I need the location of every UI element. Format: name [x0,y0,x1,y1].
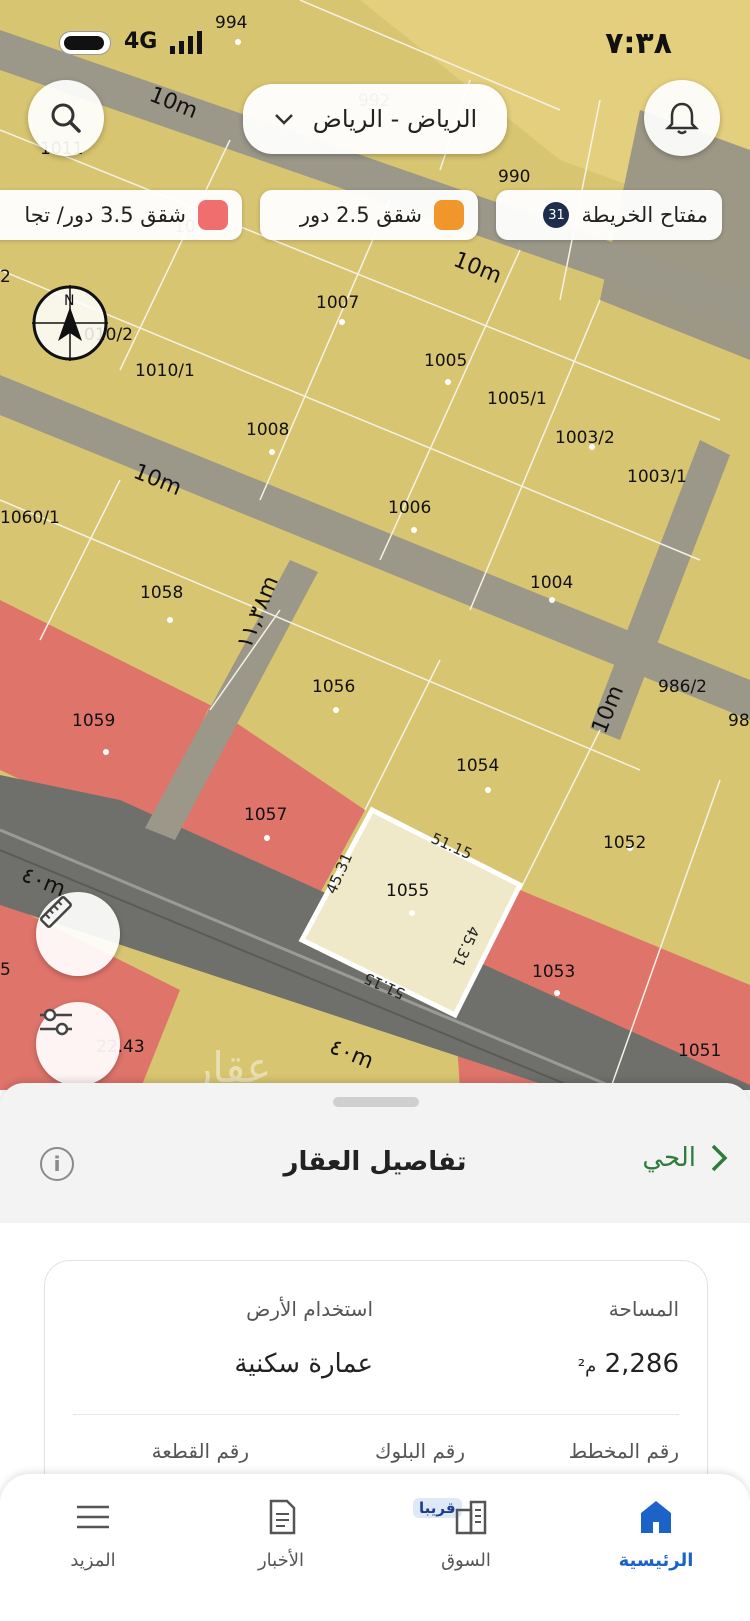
legend-label: شقق 3.5 دور/ تجا [24,203,186,227]
nav-market-label: السوق [441,1550,491,1571]
network-type: 4G [124,29,158,54]
parcel-label: 1058 [140,583,183,603]
block-number-label: رقم البلوك [374,1439,465,1463]
legend-item-red[interactable]: شقق 3.5 دور/ تجا [0,190,242,240]
neighborhood-label: الحي [642,1143,696,1173]
city-label: الرياض - الرياض [312,105,478,133]
legend-item-orange[interactable]: شقق 2.5 دور [260,190,478,240]
parcel-label: 1059 [72,711,115,731]
map-key-button[interactable]: مفتاح الخريطة 31 [496,190,722,240]
parcel-label: 1054 [456,756,499,776]
parcel-label: 5 [0,960,11,980]
ruler-icon [40,896,72,928]
parcel-label: 1052 [603,833,646,853]
parcel-label: 1010/1 [135,361,195,381]
plot-number-label: رقم القطعة [151,1439,249,1463]
menu-icon [77,1505,109,1529]
chevron-right-icon [711,1144,728,1172]
home-icon [641,1501,671,1533]
nav-more-label: المزيد [70,1550,116,1571]
neighborhood-link[interactable]: الحي [642,1143,728,1173]
parcel-label: 98 [728,711,750,731]
land-use-label: استخدام الأرض [246,1297,373,1321]
nav-news[interactable]: الأخبار [206,1484,356,1594]
parcel-label: 1005 [424,351,467,371]
status-time: ٧:٣٨ [605,26,672,61]
bottom-nav: الرئيسية قريبا السوق الأخبار المزيد [0,1474,750,1621]
parcel-label: 2 [0,267,11,287]
sheet-header: i تفاصيل العقار الحي [0,1113,750,1223]
search-button[interactable] [28,80,104,156]
parcel-label: 1003/2 [555,428,615,448]
area-label: المساحة [608,1297,679,1321]
search-icon [51,103,81,133]
bell-icon [665,102,699,135]
ruler-button[interactable] [36,892,120,976]
parcel-label: 1060/1 [0,508,60,528]
map-key-badge: 31 [543,202,570,228]
nav-more[interactable]: المزيد [18,1484,168,1594]
sheet-title: تفاصيل العقار [283,1147,467,1177]
sheet-handle[interactable] [333,1097,419,1107]
notifications-button[interactable] [644,80,720,156]
nav-market[interactable]: قريبا السوق [391,1484,541,1594]
status-bar: 4G ٧:٣٨ [0,22,750,62]
news-icon [269,1499,296,1535]
parcel-label: 1005/1 [487,389,547,409]
area-value: 2,286 م² [578,1349,679,1379]
nav-home-label: الرئيسية [618,1550,694,1571]
area-number: 2,286 [604,1349,679,1379]
parcel-label: 1008 [246,420,289,440]
land-use-value: عمارة سكنية [234,1349,373,1379]
city-selector[interactable]: الرياض - الرياض [243,84,507,154]
chevron-down-icon [274,114,293,125]
sliders-icon [40,1008,72,1036]
battery-icon [60,32,110,54]
parcel-label: 1006 [388,498,431,518]
nav-home[interactable]: الرئيسية [581,1484,731,1594]
parcel-label: 1004 [530,573,573,593]
filter-button[interactable] [36,1002,120,1086]
map-key-label: مفتاح الخريطة [581,203,708,227]
divider [73,1414,679,1415]
parcel-label: 1057 [244,805,287,825]
signal-icon [170,30,202,54]
legend-swatch [198,200,228,230]
map-view[interactable]: 994 992 990 1011 1007 1005 1005/1 1003/2… [0,0,750,1090]
compass-icon[interactable]: N [30,283,110,363]
parcel-label: 990 [498,167,530,187]
plan-number-label: رقم المخطط [568,1439,679,1463]
building-icon [455,1500,487,1535]
compass-north-label: N [64,293,74,309]
legend-label: شقق 2.5 دور [299,203,422,227]
parcel-label: 986/2 [658,677,707,697]
parcel-label: 1007 [316,293,359,313]
area-unit: م² [577,1356,597,1377]
parcel-label: 1051 [678,1041,721,1061]
parcel-label: 1055 [386,881,429,901]
parcel-label: 1056 [312,677,355,697]
parcel-label: 1053 [532,962,575,982]
parcel-label: 1003/1 [627,467,687,487]
legend-swatch [434,200,464,230]
nav-news-label: الأخبار [257,1550,304,1571]
